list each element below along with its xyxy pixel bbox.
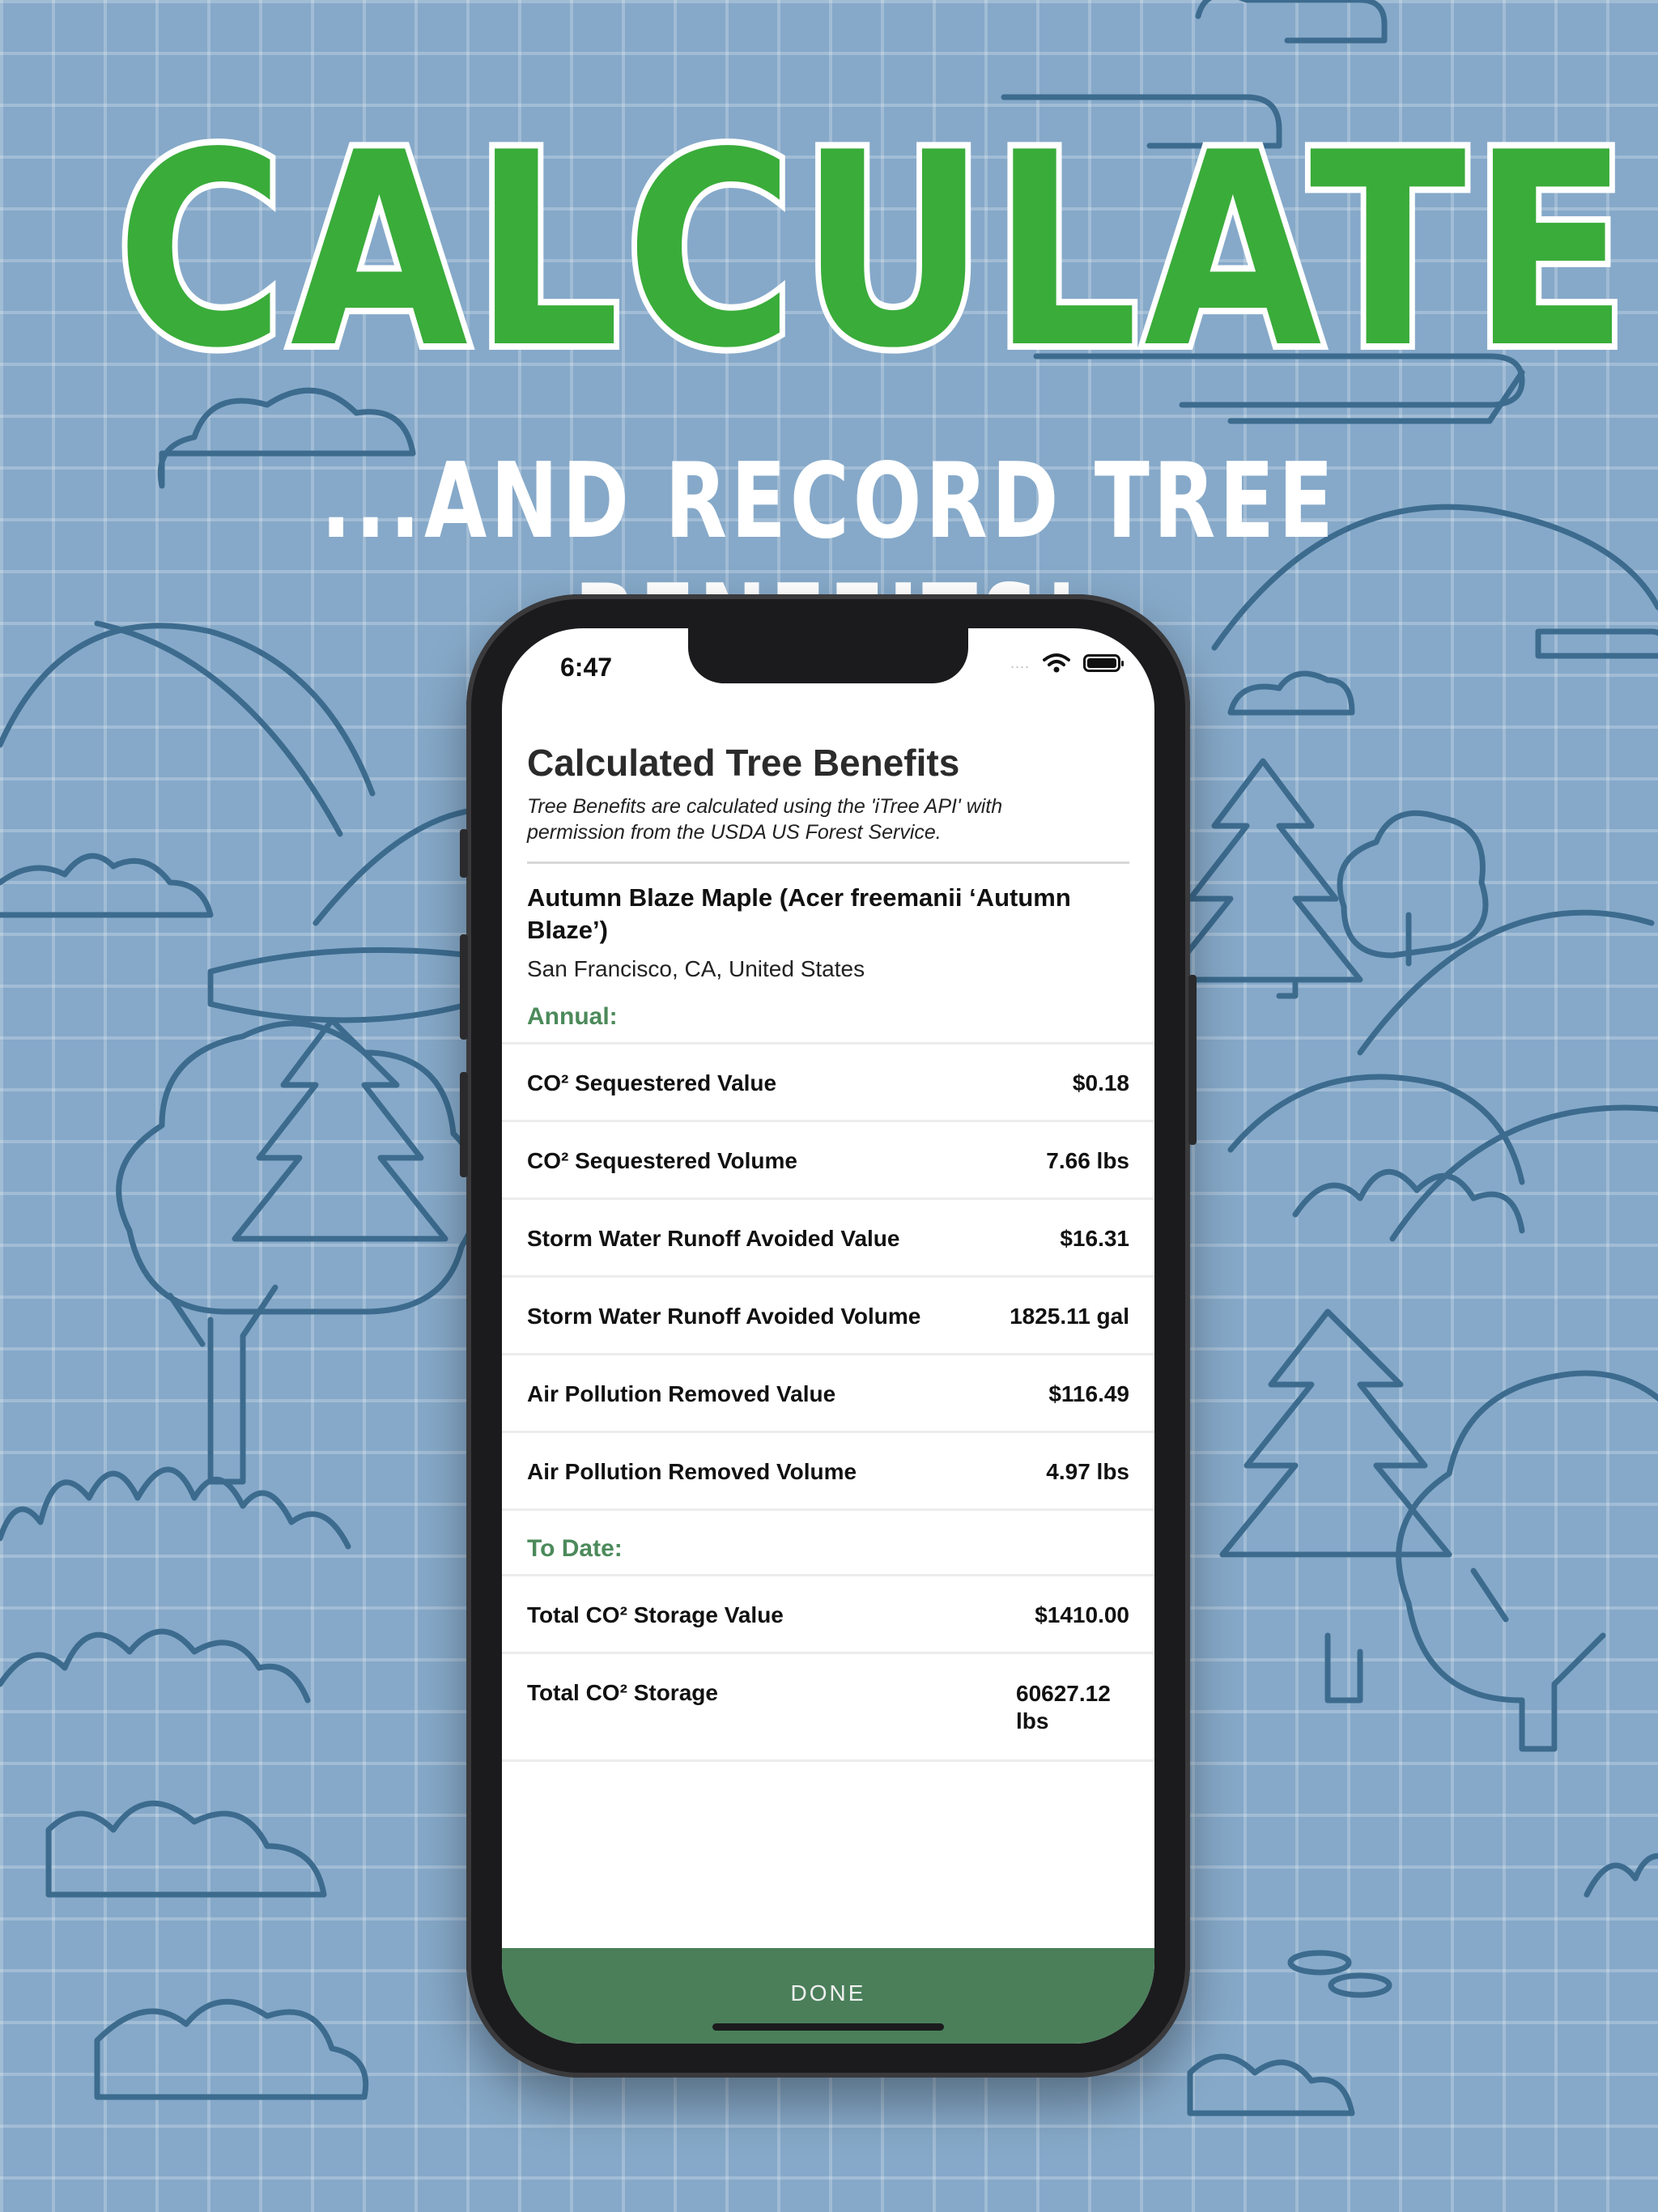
phone-volume-up-button <box>460 934 468 1040</box>
benefits-content: Calculated Tree Benefits Tree Benefits a… <box>502 740 1154 1762</box>
benefit-row: CO² Sequestered Volume 7.66 lbs <box>502 1120 1154 1197</box>
status-icons: .... <box>1010 653 1124 674</box>
done-bar: DONE <box>502 1948 1154 2044</box>
benefit-row: Storm Water Runoff Avoided Value $16.31 <box>502 1197 1154 1275</box>
header-divider <box>527 861 1129 864</box>
headline-title: CALCULATE <box>110 91 1635 411</box>
phone-volume-down-button <box>460 1072 468 1177</box>
benefit-row: Total CO² Storage Value $1410.00 <box>502 1574 1154 1652</box>
benefit-row: Storm Water Runoff Avoided Volume 1825.1… <box>502 1275 1154 1353</box>
benefit-label: Storm Water Runoff Avoided Value <box>527 1226 900 1251</box>
done-button[interactable]: DONE <box>502 1980 1154 2006</box>
tree-species-name: Autumn Blaze Maple (Acer freemanii ‘Autu… <box>527 883 1071 944</box>
signal-icon: .... <box>1010 654 1030 671</box>
tree-location: San Francisco, CA, United States <box>527 956 865 981</box>
wifi-icon <box>1043 653 1070 673</box>
phone-power-button <box>1188 975 1197 1145</box>
benefit-row: CO² Sequestered Value $0.18 <box>502 1042 1154 1120</box>
benefit-label: Total CO² Storage <box>527 1680 718 1705</box>
benefit-row: Air Pollution Removed Value $116.49 <box>502 1353 1154 1431</box>
benefit-value: 1825.11 gal <box>1010 1304 1129 1329</box>
app-screen: 6:47 .... Calculated Tree Benefits Tree … <box>502 628 1154 2044</box>
to-date-section-heading: To Date: <box>502 1508 1154 1574</box>
benefit-row: Total CO² Storage 60627.12 lbs <box>502 1652 1154 1762</box>
benefit-value: $0.18 <box>1072 1070 1129 1095</box>
benefit-value: 4.97 lbs <box>1046 1459 1129 1484</box>
benefit-row: Air Pollution Removed Volume 4.97 lbs <box>502 1431 1154 1508</box>
api-attribution-note: Tree Benefits are calculated using the '… <box>527 795 1003 844</box>
home-indicator <box>712 2023 944 2031</box>
benefit-label: Total CO² Storage Value <box>527 1602 784 1627</box>
page-title: Calculated Tree Benefits <box>527 742 960 784</box>
annual-section-heading: Annual: <box>527 1003 618 1030</box>
benefit-value: $1410.00 <box>1035 1602 1129 1627</box>
benefit-label: CO² Sequestered Volume <box>527 1148 798 1173</box>
benefit-label: Air Pollution Removed Volume <box>527 1459 857 1484</box>
benefit-label: Air Pollution Removed Value <box>527 1381 836 1406</box>
phone-notch <box>688 628 968 683</box>
phone-mockup: 6:47 .... Calculated Tree Benefits Tree … <box>460 594 1197 2078</box>
benefit-value: $16.31 <box>1060 1226 1129 1251</box>
benefit-label: CO² Sequestered Value <box>527 1070 777 1095</box>
benefit-value: $116.49 <box>1048 1381 1129 1406</box>
benefit-value: 7.66 lbs <box>1046 1148 1129 1173</box>
status-time: 6:47 <box>560 653 613 682</box>
phone-silent-switch <box>460 829 468 878</box>
benefit-label: Storm Water Runoff Avoided Volume <box>527 1304 921 1329</box>
battery-icon <box>1083 654 1124 672</box>
benefit-value: 60627.12 lbs <box>1016 1681 1111 1733</box>
